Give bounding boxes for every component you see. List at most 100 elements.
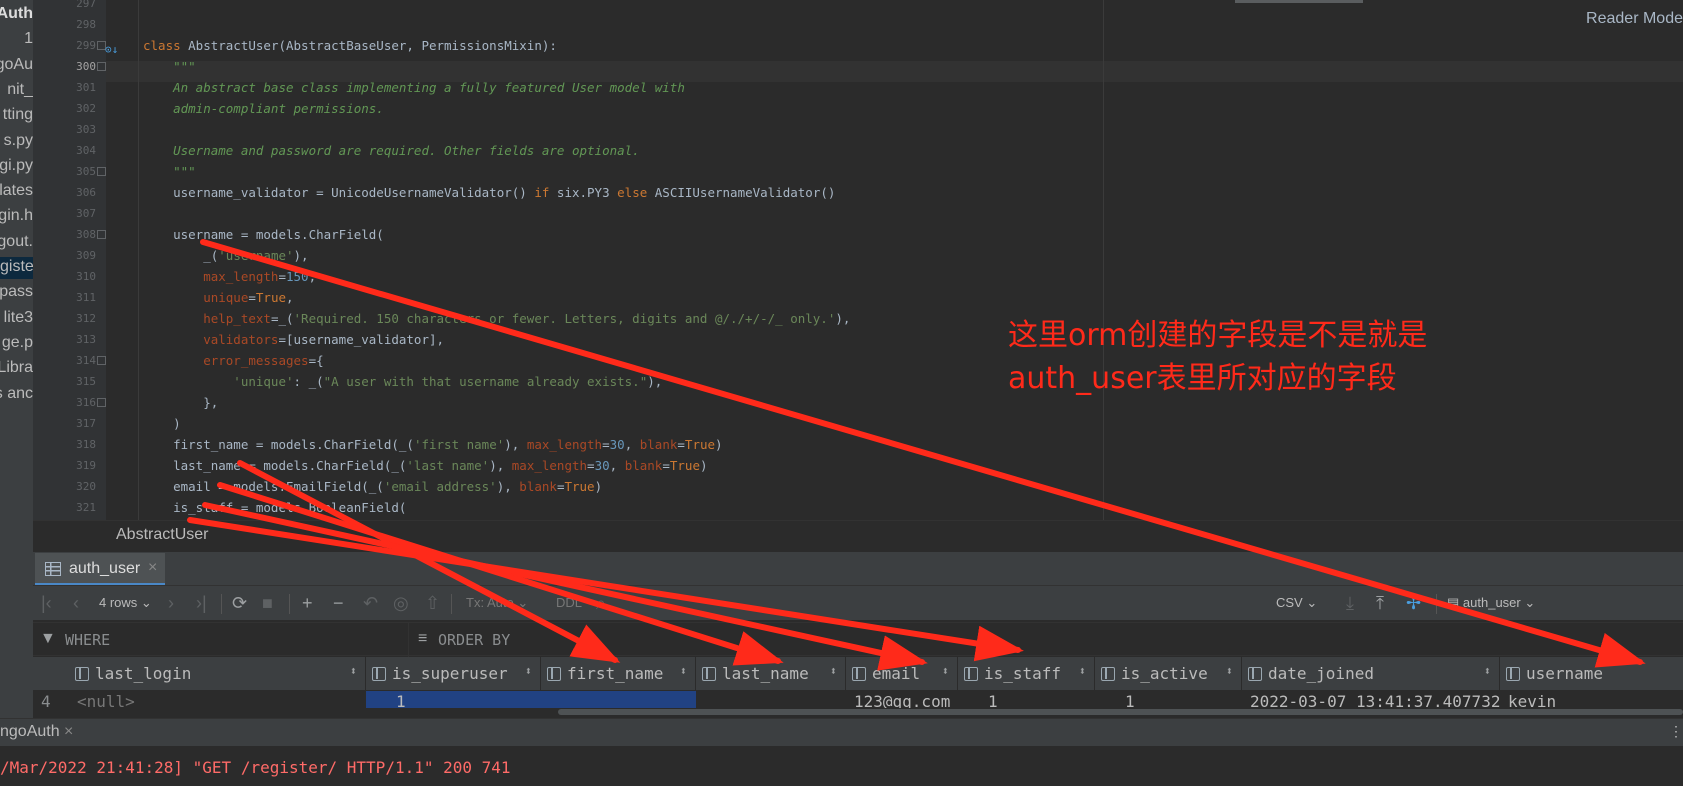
transaction-mode-dropdown[interactable]: Tx: Auto ⌄	[466, 595, 528, 611]
tab-auth-user[interactable]: auth_user ×	[35, 553, 165, 586]
annotation-line-2: auth_user表里所对应的字段	[1008, 361, 1397, 396]
search-icon[interactable]: ⌕	[596, 592, 606, 614]
project-sidebar: Auth 1 goAu nit_tting s.py gi.py lates gin.h gou…	[0, 0, 33, 726]
sidebar-item[interactable]: goAu	[0, 55, 33, 77]
override-gutter-icon[interactable]: ⊙↓	[105, 43, 118, 56]
compare-icon[interactable]: ✢	[1406, 592, 1421, 614]
sidebar-item[interactable]: s.py	[4, 131, 33, 153]
delete-row-icon[interactable]: −	[333, 592, 344, 614]
sidebar-item[interactable]: gin.h	[0, 206, 33, 228]
code-editor[interactable]: 297 298 299 300 301 302 303 304 305 306 307 308 309 3…	[33, 0, 1683, 520]
add-row-icon[interactable]: +	[302, 592, 313, 614]
rows-count-dropdown[interactable]: 4 rows ⌄	[99, 595, 152, 611]
fold-marker-icon[interactable]	[97, 230, 106, 239]
editor-scroll-indicator[interactable]	[1235, 0, 1363, 3]
code-token: )	[699, 458, 708, 473]
line-number: 317	[76, 417, 96, 430]
code-token: 'email address'	[383, 479, 497, 494]
line-number: 305	[76, 165, 96, 178]
column-icon	[1248, 667, 1262, 681]
column-header-is-superuser[interactable]: is_superuser ⬍	[366, 657, 541, 691]
sort-icon[interactable]: ⬍	[1079, 664, 1086, 678]
fold-marker-icon[interactable]	[97, 167, 106, 176]
toolbar-separator	[221, 594, 222, 614]
toolbar-separator	[289, 594, 290, 614]
line-number: 315	[76, 375, 96, 388]
sort-icon[interactable]: ⬍	[525, 664, 532, 678]
ddl-button[interactable]: DDL	[556, 595, 582, 610]
code-token: )	[143, 416, 181, 431]
revert-icon[interactable]: ↶	[363, 592, 378, 614]
code-token: _(	[143, 248, 219, 263]
column-header-date-joined[interactable]: date_joined ⬍	[1242, 657, 1500, 691]
prev-page-icon[interactable]: ‹	[73, 592, 79, 614]
code-token: is_staff = models.BooleanField(	[143, 500, 407, 515]
scrollbar-thumb[interactable]	[558, 709, 1683, 715]
run-tab-label[interactable]: ngoAuth	[0, 723, 60, 741]
sidebar-item[interactable]: tpass	[0, 282, 33, 304]
column-header-first-name[interactable]: first_name ⬍	[541, 657, 696, 691]
order-by-input[interactable]: ORDER BY	[438, 631, 510, 649]
horizontal-scrollbar[interactable]	[33, 708, 1683, 716]
sidebar-item[interactable]: gout.	[0, 232, 33, 254]
column-header-is-staff[interactable]: is_staff ⬍	[958, 657, 1095, 691]
sidebar-item[interactable]: Auth	[0, 4, 33, 26]
submit-icon[interactable]: ⇧	[425, 592, 440, 614]
sidebar-item[interactable]: lite3	[4, 308, 33, 330]
close-tab-icon[interactable]: ×	[148, 559, 157, 577]
next-page-icon[interactable]: ›	[168, 592, 174, 614]
sidebar-item[interactable]: s anc	[0, 384, 33, 406]
sort-icon[interactable]: ⬍	[830, 664, 837, 678]
close-run-tab-icon[interactable]: ×	[64, 723, 73, 741]
code-line: max_length=150,	[143, 266, 316, 287]
fold-marker-icon[interactable]	[97, 398, 106, 407]
refresh-icon[interactable]: ⟳	[232, 592, 247, 614]
datasource-dropdown[interactable]: ▤ auth_user ⌄	[1447, 595, 1535, 611]
breadcrumb: AbstractUser	[33, 520, 1683, 550]
column-header-username[interactable]: username	[1500, 657, 1683, 691]
code-token: =	[587, 458, 595, 473]
code-token: 'last name'	[406, 458, 490, 473]
reader-mode-button[interactable]: Reader Mode	[1586, 10, 1683, 28]
code-token: validators	[143, 332, 279, 347]
code-line: email = models.EmailField(_('email addre…	[143, 476, 602, 497]
console-line: /Mar/2022 21:41:28] "GET /register/ HTTP…	[0, 758, 511, 777]
sidebar-item[interactable]: gi.py	[0, 156, 33, 178]
sort-icon[interactable]: ⬍	[680, 664, 687, 678]
column-header-email[interactable]: email ⬍	[846, 657, 958, 691]
first-page-icon[interactable]: |‹	[41, 592, 52, 614]
column-header-last-login[interactable]: last_login ⬍	[69, 657, 366, 691]
sidebar-item[interactable]: giste	[0, 257, 33, 279]
where-input[interactable]: WHERE	[65, 631, 110, 649]
sort-icon[interactable]: ⬍	[1226, 664, 1233, 678]
fold-marker-icon[interactable]	[97, 356, 106, 365]
sidebar-item[interactable]: Libra	[0, 358, 33, 380]
stop-icon[interactable]: ■	[262, 592, 273, 614]
fold-marker-icon[interactable]	[97, 62, 106, 71]
sidebar-item[interactable]: nit_	[7, 80, 33, 102]
sidebar-item[interactable]: 1	[24, 29, 33, 51]
download-icon[interactable]: ⤓	[1346, 592, 1354, 614]
sidebar-item[interactable]: lates	[0, 181, 33, 203]
code-token: last_name = models.CharField(_(	[143, 458, 407, 473]
code-token: True	[684, 437, 716, 452]
sort-icon[interactable]: ⬍	[350, 664, 357, 678]
column-header-is-active[interactable]: is_active ⬍	[1095, 657, 1242, 691]
sort-icon[interactable]: ⬍	[1484, 664, 1491, 678]
last-page-icon[interactable]: ›|	[196, 592, 207, 614]
sidebar-item[interactable]: tting	[3, 105, 33, 127]
upload-icon[interactable]: ⤒	[1376, 592, 1384, 614]
preview-icon[interactable]: ◎	[393, 592, 409, 614]
annotation-note: 这里orm创建的字段是不是就是 auth_user表里所对应的字段	[1008, 314, 1427, 400]
column-icon	[75, 667, 89, 681]
sidebar-item[interactable]: ge.p	[2, 333, 33, 355]
column-header-last-name[interactable]: last_name ⬍	[696, 657, 846, 691]
breadcrumb-class[interactable]: AbstractUser	[116, 526, 208, 544]
code-token: )	[715, 437, 723, 452]
sort-icon[interactable]: ⬍	[942, 664, 949, 678]
code-line: Username and password are required. Othe…	[143, 140, 640, 161]
settings-icon[interactable]: ⋮	[1669, 723, 1683, 740]
toolbar-separator	[1436, 594, 1437, 614]
export-format-dropdown[interactable]: CSV ⌄	[1276, 595, 1317, 611]
code-token: ASCIIUsernameValidator()	[654, 185, 836, 200]
